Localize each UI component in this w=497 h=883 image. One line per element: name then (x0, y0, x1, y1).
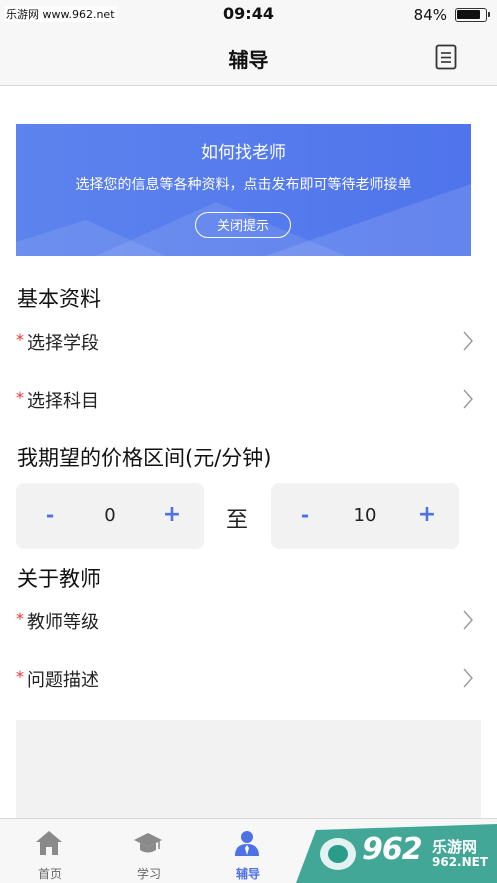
tab-study-label: 学习 (136, 867, 161, 881)
price-min-stepper: - 0 + (16, 483, 204, 549)
required-mark: * (16, 609, 24, 628)
watermark-number: 962 (362, 832, 423, 867)
nav-bar: 辅导 (0, 30, 497, 86)
watermark-cn: 乐游网 (432, 838, 478, 856)
watermark-logo: 962 乐游网 962.NET (296, 822, 497, 883)
tab-tutor[interactable]: 辅导 (198, 819, 298, 883)
problem-description-row[interactable]: * 问题描述 (16, 657, 481, 701)
price-max-stepper: - 10 + (271, 483, 459, 549)
chevron-right-icon (463, 389, 473, 409)
select-stage-label: 选择学段 (27, 333, 99, 354)
price-max-increment-button[interactable]: + (417, 502, 437, 527)
close-tips-button[interactable]: 关闭提示 (195, 212, 291, 238)
status-bar: 乐游网 www.962.net 09:44 84% (0, 0, 497, 30)
tips-banner: 如何找老师 选择您的信息等各种资料，点击发布即可等待老师接单 关闭提示 (16, 124, 471, 256)
chevron-right-icon (463, 331, 473, 351)
banner-title: 如何找老师 (201, 143, 286, 163)
problem-description-label: 问题描述 (27, 670, 99, 691)
home-icon (36, 831, 62, 855)
required-mark: * (16, 330, 24, 349)
watermark-en: 962.NET (432, 855, 489, 869)
select-stage-row[interactable]: * 选择学段 (16, 320, 481, 364)
tutor-person-icon (235, 831, 259, 856)
battery-icon (455, 8, 490, 22)
required-mark: * (16, 388, 24, 407)
battery-fill (457, 10, 480, 19)
tab-home[interactable]: 首页 (0, 819, 100, 883)
graduation-cap-icon (134, 833, 162, 853)
price-min-increment-button[interactable]: + (162, 502, 182, 527)
price-range-title: 我期望的价格区间(元/分钟) (17, 446, 272, 470)
select-subject-label: 选择科目 (27, 391, 99, 412)
tab-tutor-label: 辅导 (235, 867, 260, 881)
price-range-separator: 至 (226, 508, 249, 533)
select-subject-row[interactable]: * 选择科目 (16, 378, 481, 422)
document-list-icon[interactable] (435, 44, 457, 70)
problem-description-textarea[interactable] (16, 720, 481, 820)
battery-percent: 84% (413, 6, 447, 24)
chevron-right-icon (463, 610, 473, 630)
about-teacher-title: 关于教师 (17, 567, 101, 591)
basic-info-title: 基本资料 (17, 287, 101, 311)
teacher-level-row[interactable]: * 教师等级 (16, 599, 481, 643)
required-mark: * (16, 667, 24, 686)
page-title: 辅导 (228, 48, 269, 72)
banner-subtitle: 选择您的信息等各种资料，点击发布即可等待老师接单 (75, 177, 412, 193)
tab-home-label: 首页 (37, 867, 62, 881)
tab-study[interactable]: 学习 (99, 819, 199, 883)
teacher-level-label: 教师等级 (27, 612, 99, 633)
chevron-right-icon (463, 668, 473, 688)
